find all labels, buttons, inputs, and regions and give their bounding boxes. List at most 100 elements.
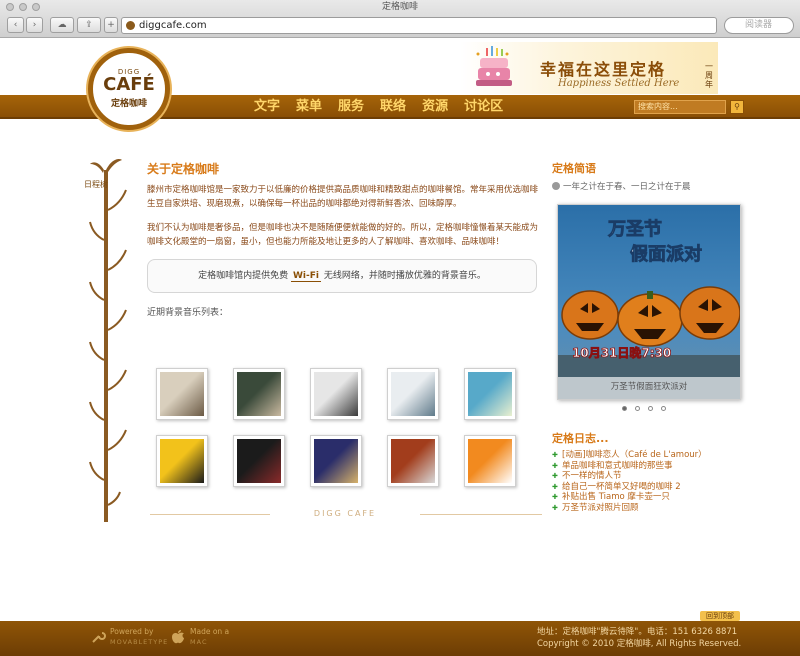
promo-date: 10月31日晚7:30 <box>572 345 671 360</box>
made-on-label: Made on a <box>190 627 230 636</box>
promo-title-line-1: 万圣节 <box>607 219 662 240</box>
window-titlebar: 定格咖啡 <box>0 0 800 14</box>
album-cover[interactable] <box>387 368 439 420</box>
journal-item[interactable]: 不一样的情人节 <box>552 471 748 482</box>
nav-item-text[interactable]: 文字 <box>246 95 288 119</box>
apple-icon <box>172 630 184 644</box>
journal-item[interactable]: [动画]咖啡恋人（Café de L'amour） <box>552 450 748 461</box>
album-cover[interactable] <box>464 368 516 420</box>
icloud-tabs-button[interactable]: ☁ <box>50 17 74 33</box>
halloween-promo-slide[interactable]: 万圣节 假面派对 10月31日晚7:30 万圣节假面狂欢派对 <box>557 204 741 400</box>
divider-line-right <box>420 514 542 515</box>
album-cover[interactable] <box>310 368 362 420</box>
nav-item-menu[interactable]: 菜单 <box>288 95 330 119</box>
window-controls <box>6 3 40 11</box>
journal-item[interactable]: 补贴出售 Tiamo 摩卡壶一只 <box>552 492 748 503</box>
new-tab-button[interactable]: + <box>104 17 118 33</box>
reader-button[interactable]: 阅读器 <box>724 17 794 34</box>
site-search-placeholder: 搜索内容... <box>638 102 678 111</box>
timeline-tree: 日程树 <box>84 150 134 530</box>
sidebar: 定格简语 一年之计在于春、一日之计在于晨 万圣节 假面派对 10月31日晚7:3… <box>552 160 748 513</box>
nav-item-service[interactable]: 服务 <box>330 95 372 119</box>
made-on-name: MAC <box>190 638 208 646</box>
album-cover[interactable] <box>156 435 208 487</box>
slider-dot-4[interactable] <box>661 406 666 411</box>
promo-title-line-2: 假面派对 <box>630 243 702 265</box>
album-cover[interactable] <box>464 435 516 487</box>
footer-address: 地址：定格咖啡"腾云待降"。电话：151 6326 8871 <box>537 627 738 637</box>
sidebar-motto: 一年之计在于春、一日之计在于晨 <box>552 180 748 192</box>
browser-chrome: 定格咖啡 ‹ › ☁ ⇪ + diggcafe.com 阅读器 <box>0 0 800 38</box>
album-cover[interactable] <box>387 435 439 487</box>
anniversary-banner: 幸福在这里定格 Happiness Settled Here 一周年 <box>460 42 718 94</box>
album-art-image <box>314 372 358 416</box>
album-cover[interactable] <box>233 435 285 487</box>
back-button[interactable]: ‹ <box>7 17 24 33</box>
powered-by-label: Powered by <box>110 627 154 636</box>
close-window-button[interactable] <box>6 3 14 11</box>
window-title: 定格咖啡 <box>381 2 418 12</box>
site-search-button[interactable]: ⚲ <box>730 100 744 114</box>
quote-icon <box>552 182 560 190</box>
divider-ornament: DIGG CAFE <box>313 509 377 518</box>
promo-caption: 万圣节假面狂欢派对 <box>558 377 740 399</box>
slider-dot-2[interactable] <box>635 406 640 411</box>
album-art-image <box>160 372 204 416</box>
album-cover[interactable] <box>310 435 362 487</box>
tree-icon <box>89 159 127 522</box>
album-art-image <box>160 439 204 483</box>
ornament-divider: DIGG CAFE <box>150 506 542 522</box>
nav-item-contact[interactable]: 联络 <box>372 95 414 119</box>
album-art-image <box>237 372 281 416</box>
wrench-icon <box>92 632 106 643</box>
timeline-label: 日程树 <box>84 180 108 189</box>
sidebar-title: 定格简语 <box>552 162 596 175</box>
journal-item[interactable]: 单品咖啡和意式咖啡的那些事 <box>552 461 748 472</box>
chevron-left-icon: ‹ <box>13 20 18 30</box>
music-list-label: 近期背景音乐列表： <box>147 308 229 318</box>
back-to-top-button[interactable]: 回到顶部 <box>700 611 740 621</box>
about-paragraph-2: 我们不认为咖啡是奢侈品，但是咖啡也决不是随随便便就能做的好的。所以，定格咖啡憧憬… <box>147 223 539 247</box>
share-icon: ⇪ <box>85 20 93 30</box>
minimize-window-button[interactable] <box>19 3 27 11</box>
address-bar[interactable]: diggcafe.com <box>121 17 717 34</box>
forward-button[interactable]: › <box>26 17 43 33</box>
birthday-cake-icon <box>476 46 512 86</box>
about-title: 关于定格咖啡 <box>147 162 220 176</box>
search-icon: ⚲ <box>734 102 740 111</box>
nav-item-resources[interactable]: 资源 <box>414 95 456 119</box>
plus-icon: + <box>107 20 115 30</box>
album-cover[interactable] <box>233 368 285 420</box>
sidebar-motto-text: 一年之计在于春、一日之计在于晨 <box>563 182 691 192</box>
banner-year: 一周年 <box>705 62 713 89</box>
slider-dot-1[interactable] <box>622 406 627 411</box>
powered-by[interactable]: Powered by MOVABLETYPE <box>110 627 168 647</box>
slider-dot-3[interactable] <box>648 406 653 411</box>
album-art-image <box>468 439 512 483</box>
nav-item-forum[interactable]: 讨论区 <box>456 95 511 119</box>
journal-list: [动画]咖啡恋人（Café de L'amour） 单品咖啡和意式咖啡的那些事 … <box>552 450 748 513</box>
site-logo[interactable]: DIGG CAFÉ 定格咖啡 <box>88 48 170 130</box>
powered-by-name: MOVABLETYPE <box>110 638 169 646</box>
banner-subtitle: Happiness Settled Here <box>558 78 680 89</box>
site-footer: Powered by MOVABLETYPE Made on a MAC 地址：… <box>0 621 800 656</box>
site-favicon-icon <box>126 21 135 30</box>
divider-line-left <box>150 514 270 515</box>
pumpkin-party-image: 万圣节 假面派对 10月31日晚7:30 <box>558 205 740 399</box>
journal-item[interactable]: 给自己一杯简单又好喝的咖啡 2 <box>552 482 748 493</box>
reader-label: 阅读器 <box>745 20 773 30</box>
chevron-right-icon: › <box>32 20 37 30</box>
banner-headline: 幸福在这里定格 <box>540 60 667 79</box>
album-cover[interactable] <box>156 368 208 420</box>
album-art-image <box>237 439 281 483</box>
site-search-input[interactable]: 搜索内容... <box>634 100 726 114</box>
journal-item[interactable]: 万圣节派对照片回顾 <box>552 503 748 514</box>
album-art-image <box>468 372 512 416</box>
zoom-window-button[interactable] <box>32 3 40 11</box>
about-paragraph-1: 滕州市定格咖啡馆是一家致力于以低廉的价格提供高品质咖啡和精致甜点的咖啡餐馆。常年… <box>147 185 539 209</box>
cloud-icon: ☁ <box>57 20 67 30</box>
share-button[interactable]: ⇪ <box>77 17 101 33</box>
logo-chinese-text: 定格咖啡 <box>110 99 147 109</box>
wifi-link[interactable]: Wi-Fi <box>291 271 321 282</box>
album-art-image <box>314 439 358 483</box>
